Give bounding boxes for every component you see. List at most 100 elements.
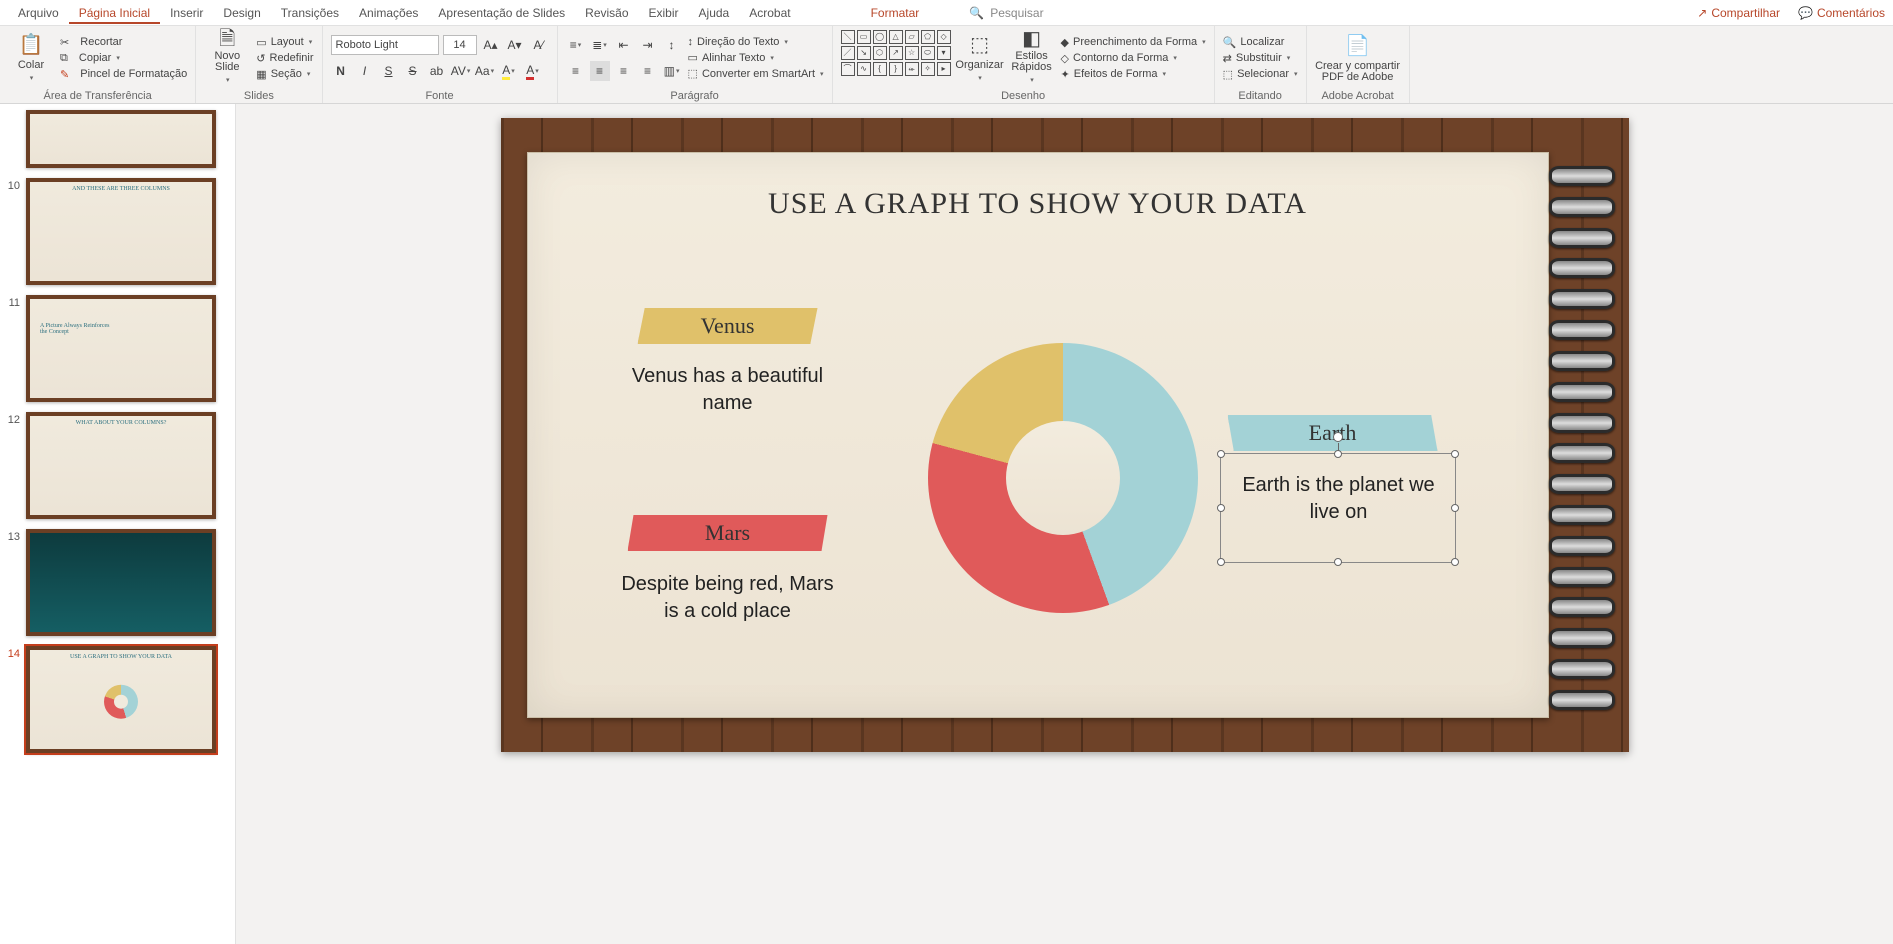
menu-animacoes[interactable]: Animações <box>349 2 428 24</box>
comments-button[interactable]: 💬Comentários <box>1798 6 1885 20</box>
shape-fill-button[interactable]: ◆ Preenchimento da Forma▾ <box>1061 36 1206 49</box>
earth-desc[interactable]: Earth is the planet we live on <box>1229 472 1449 526</box>
resize-handle[interactable] <box>1451 558 1459 566</box>
paper-background: USE A GRAPH TO SHOW YOUR DATA Venus Venu… <box>527 152 1549 718</box>
ac create-pdf-button[interactable]: 📄Crear y compartir PDF de Adobe <box>1315 30 1401 86</box>
shadow-button[interactable]: ab <box>427 61 447 81</box>
numbering-button[interactable]: ≣▾ <box>590 35 610 55</box>
thumb-row[interactable]: 13 <box>4 529 221 636</box>
group-label: Editando <box>1223 89 1298 103</box>
donut-chart[interactable] <box>928 343 1198 613</box>
linespacing-button[interactable]: ↕ <box>662 35 682 55</box>
thumb-row[interactable]: 12 WHAT ABOUT YOUR COLUMNS? <box>4 412 221 519</box>
align-center-button[interactable]: ≡ <box>590 61 610 81</box>
underline-button[interactable]: S <box>379 61 399 81</box>
slide-title[interactable]: USE A GRAPH TO SHOW YOUR DATA <box>528 187 1548 221</box>
copy-button[interactable]: ⧉ Copiar▾ <box>60 52 187 65</box>
highlight-button[interactable]: A▾ <box>499 61 519 81</box>
align-text-button[interactable]: ▭ Alinhar Texto▾ <box>688 51 824 64</box>
slide-thumb[interactable]: A Picture Always Reinforces the Concept <box>26 295 216 402</box>
bold-button[interactable]: N <box>331 61 351 81</box>
slide-thumb[interactable]: AND THESE ARE THREE COLUMNS <box>26 178 216 285</box>
mars-desc[interactable]: Despite being red, Mars is a cold place <box>618 571 838 625</box>
find-button[interactable]: 🔍 Localizar <box>1223 36 1298 49</box>
share-button[interactable]: ↗Compartilhar <box>1697 6 1780 20</box>
italic-button[interactable]: I <box>355 61 375 81</box>
slide-thumb[interactable]: WHAT ABOUT YOUR COLUMNS? <box>26 412 216 519</box>
group-paragraph: ≡▾ ≣▾ ⇤ ⇥ ↕ ≡ ≡ ≡ ≡ ▥▾ ↕ Direção do Text… <box>558 26 833 103</box>
replace-button[interactable]: ⇄ Substituir▾ <box>1223 52 1298 65</box>
thumb-row[interactable]: 11 A Picture Always Reinforces the Conce… <box>4 295 221 402</box>
rotate-handle[interactable] <box>1333 432 1343 442</box>
thumbnails-panel[interactable]: 10 AND THESE ARE THREE COLUMNS 11 A Pict… <box>0 104 236 944</box>
case-button[interactable]: Aa▾ <box>475 61 495 81</box>
outdent-button[interactable]: ⇤ <box>614 35 634 55</box>
resize-handle[interactable] <box>1217 558 1225 566</box>
resize-handle[interactable] <box>1217 450 1225 458</box>
format-painter-button[interactable]: ✎ Pincel de Formatação <box>60 68 187 81</box>
shape-effects-button[interactable]: ✦ Efeitos de Forma▾ <box>1061 68 1206 81</box>
tape-venus[interactable]: Venus <box>638 308 818 344</box>
shape-outline-button[interactable]: ◇ Contorno da Forma▾ <box>1061 52 1206 65</box>
slide-thumb-current[interactable]: USE A GRAPH TO SHOW YOUR DATA <box>26 646 216 753</box>
menu-exibir[interactable]: Exibir <box>639 2 689 24</box>
resize-handle[interactable] <box>1217 504 1225 512</box>
layout-button[interactable]: ▭ Layout▾ <box>256 36 313 49</box>
smartart-button[interactable]: ⬚ Converter em SmartArt▾ <box>688 67 824 80</box>
menu-transicoes[interactable]: Transições <box>271 2 349 24</box>
menu-inserir[interactable]: Inserir <box>160 2 213 24</box>
text-direction-button[interactable]: ↕ Direção do Texto▾ <box>688 36 824 48</box>
slide-thumb[interactable] <box>26 529 216 636</box>
new-slide-button[interactable]: 🗎 Novo Slide▾ <box>204 30 250 86</box>
cut-button[interactable]: ✂ Recortar <box>60 36 187 49</box>
menu-apresentacao[interactable]: Apresentação de Slides <box>428 2 575 24</box>
paste-icon: 📋 <box>18 32 44 58</box>
spacing-button[interactable]: AV▾ <box>451 61 471 81</box>
search-box[interactable]: 🔍 Pesquisar <box>969 6 1043 20</box>
venus-desc[interactable]: Venus has a beautiful name <box>618 363 838 417</box>
menu-design[interactable]: Design <box>213 2 270 24</box>
indent-button[interactable]: ⇥ <box>638 35 658 55</box>
resize-handle[interactable] <box>1334 558 1342 566</box>
new-slide-icon: 🗎 <box>214 30 240 49</box>
align-left-button[interactable]: ≡ <box>566 61 586 81</box>
cut-icon: ✂ <box>60 36 69 49</box>
reset-button[interactable]: ↺ Redefinir <box>256 52 313 65</box>
menu-revisao[interactable]: Revisão <box>575 2 638 24</box>
thumb-row[interactable]: 14 USE A GRAPH TO SHOW YOUR DATA <box>4 646 221 753</box>
select-button[interactable]: ⬚ Selecionar▾ <box>1223 68 1298 81</box>
earth-textbox-selection[interactable]: Earth is the planet we live on <box>1220 453 1456 563</box>
menu-arquivo[interactable]: Arquivo <box>8 2 69 24</box>
group-label: Fonte <box>331 89 549 103</box>
section-button[interactable]: ▦ Seção▾ <box>256 68 313 81</box>
resize-handle[interactable] <box>1451 504 1459 512</box>
resize-handle[interactable] <box>1334 450 1342 458</box>
menu-formatar[interactable]: Formatar <box>861 2 930 24</box>
font-color-button[interactable]: A▾ <box>523 61 543 81</box>
columns-button[interactable]: ▥▾ <box>662 61 682 81</box>
thumb-row[interactable] <box>4 110 221 168</box>
font-size-select[interactable]: 14 <box>443 35 477 55</box>
bullets-button[interactable]: ≡▾ <box>566 35 586 55</box>
menu-acrobat[interactable]: Acrobat <box>739 2 800 24</box>
slide-thumb[interactable] <box>26 110 216 168</box>
clear-format-button[interactable]: A⁄ <box>529 35 549 55</box>
quick-styles-button[interactable]: ◧Estilos Rápidos▾ <box>1009 30 1055 86</box>
arrange-button[interactable]: ⬚Organizar▾ <box>957 30 1003 86</box>
justify-button[interactable]: ≡ <box>638 61 658 81</box>
tape-mars[interactable]: Mars <box>628 515 828 551</box>
thumb-row[interactable]: 10 AND THESE ARE THREE COLUMNS <box>4 178 221 285</box>
grow-font-button[interactable]: A▴ <box>481 35 501 55</box>
paste-button[interactable]: 📋 Colar▾ <box>8 30 54 86</box>
align-right-button[interactable]: ≡ <box>614 61 634 81</box>
menu-pagina-inicial[interactable]: Página Inicial <box>69 2 160 24</box>
shapes-gallery[interactable]: ＼▭◯△▱⬠◇ ／↘⬡↗☆⬭▾ ⌒∿{}⬰✧▸ <box>841 30 951 76</box>
shrink-font-button[interactable]: A▾ <box>505 35 525 55</box>
strike-button[interactable]: S <box>403 61 423 81</box>
search-icon: 🔍 <box>969 6 984 20</box>
slide-canvas[interactable]: USE A GRAPH TO SHOW YOUR DATA Venus Venu… <box>236 104 1893 944</box>
menu-ajuda[interactable]: Ajuda <box>689 2 740 24</box>
resize-handle[interactable] <box>1451 450 1459 458</box>
font-name-select[interactable]: Roboto Light <box>331 35 439 55</box>
slide[interactable]: USE A GRAPH TO SHOW YOUR DATA Venus Venu… <box>501 118 1629 752</box>
